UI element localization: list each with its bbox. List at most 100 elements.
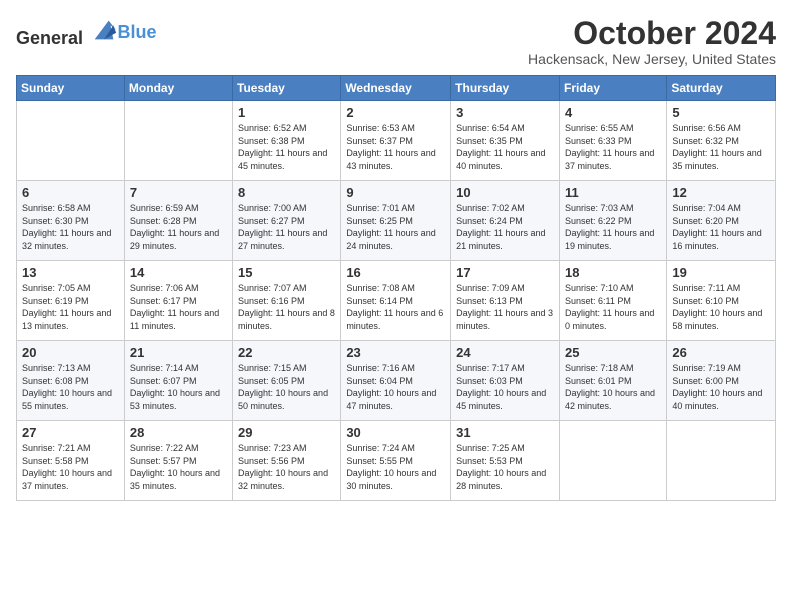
day-number: 6	[22, 185, 119, 200]
calendar-cell: 17 Sunrise: 7:09 AM Sunset: 6:13 PM Dayli…	[451, 261, 560, 341]
day-number: 4	[565, 105, 661, 120]
calendar-cell: 2 Sunrise: 6:53 AM Sunset: 6:37 PM Daylig…	[341, 101, 451, 181]
day-number: 12	[672, 185, 770, 200]
day-number: 19	[672, 265, 770, 280]
day-number: 5	[672, 105, 770, 120]
calendar-cell: 13 Sunrise: 7:05 AM Sunset: 6:19 PM Dayli…	[17, 261, 125, 341]
weekday-header: Thursday	[451, 76, 560, 101]
calendar-cell: 29 Sunrise: 7:23 AM Sunset: 5:56 PM Dayli…	[233, 421, 341, 501]
day-number: 25	[565, 345, 661, 360]
day-info: Sunrise: 7:08 AM Sunset: 6:14 PM Dayligh…	[346, 282, 445, 332]
day-number: 22	[238, 345, 335, 360]
day-info: Sunrise: 6:59 AM Sunset: 6:28 PM Dayligh…	[130, 202, 227, 252]
day-info: Sunrise: 7:05 AM Sunset: 6:19 PM Dayligh…	[22, 282, 119, 332]
day-number: 28	[130, 425, 227, 440]
calendar-cell: 26 Sunrise: 7:19 AM Sunset: 6:00 PM Dayli…	[667, 341, 776, 421]
calendar-cell: 16Sunrise: 7:08 AM Sunset: 6:14 PM Dayli…	[341, 261, 451, 341]
calendar-cell	[667, 421, 776, 501]
day-info: Sunrise: 7:22 AM Sunset: 5:57 PM Dayligh…	[130, 442, 227, 492]
month-title: October 2024	[528, 16, 776, 51]
calendar-cell: 28 Sunrise: 7:22 AM Sunset: 5:57 PM Dayli…	[124, 421, 232, 501]
day-number: 17	[456, 265, 554, 280]
calendar-week-row: 1 Sunrise: 6:52 AM Sunset: 6:38 PM Daylig…	[17, 101, 776, 181]
calendar-cell: 25 Sunrise: 7:18 AM Sunset: 6:01 PM Dayli…	[559, 341, 666, 421]
day-info: Sunrise: 6:53 AM Sunset: 6:37 PM Dayligh…	[346, 122, 445, 172]
calendar-cell: 27 Sunrise: 7:21 AM Sunset: 5:58 PM Dayli…	[17, 421, 125, 501]
calendar-week-row: 6 Sunrise: 6:58 AM Sunset: 6:30 PM Daylig…	[17, 181, 776, 261]
day-info: Sunrise: 7:21 AM Sunset: 5:58 PM Dayligh…	[22, 442, 119, 492]
weekday-header: Friday	[559, 76, 666, 101]
day-number: 2	[346, 105, 445, 120]
logo-blue: Blue	[118, 22, 157, 42]
day-info: Sunrise: 7:14 AM Sunset: 6:07 PM Dayligh…	[130, 362, 227, 412]
calendar-cell: 15Sunrise: 7:07 AM Sunset: 6:16 PM Dayli…	[233, 261, 341, 341]
day-info: Sunrise: 7:04 AM Sunset: 6:20 PM Dayligh…	[672, 202, 770, 252]
day-number: 30	[346, 425, 445, 440]
day-number: 26	[672, 345, 770, 360]
day-info: Sunrise: 6:58 AM Sunset: 6:30 PM Dayligh…	[22, 202, 119, 252]
logo-icon	[90, 16, 118, 44]
day-info: Sunrise: 6:55 AM Sunset: 6:33 PM Dayligh…	[565, 122, 661, 172]
day-info: Sunrise: 7:01 AM Sunset: 6:25 PM Dayligh…	[346, 202, 445, 252]
logo-general: General	[16, 28, 83, 48]
calendar-cell: 5 Sunrise: 6:56 AM Sunset: 6:32 PM Daylig…	[667, 101, 776, 181]
day-info: Sunrise: 7:16 AM Sunset: 6:04 PM Dayligh…	[346, 362, 445, 412]
calendar-cell	[124, 101, 232, 181]
day-info: Sunrise: 7:24 AM Sunset: 5:55 PM Dayligh…	[346, 442, 445, 492]
day-info: Sunrise: 7:15 AM Sunset: 6:05 PM Dayligh…	[238, 362, 335, 412]
day-number: 29	[238, 425, 335, 440]
calendar-cell: 1 Sunrise: 6:52 AM Sunset: 6:38 PM Daylig…	[233, 101, 341, 181]
day-info: Sunrise: 7:18 AM Sunset: 6:01 PM Dayligh…	[565, 362, 661, 412]
location: Hackensack, New Jersey, United States	[528, 51, 776, 67]
day-info: Sunrise: 7:00 AM Sunset: 6:27 PM Dayligh…	[238, 202, 335, 252]
day-info: Sunrise: 6:54 AM Sunset: 6:35 PM Dayligh…	[456, 122, 554, 172]
day-info: Sunrise: 7:13 AM Sunset: 6:08 PM Dayligh…	[22, 362, 119, 412]
calendar-cell: 18Sunrise: 7:10 AM Sunset: 6:11 PM Dayli…	[559, 261, 666, 341]
day-number: 27	[22, 425, 119, 440]
day-number: 20	[22, 345, 119, 360]
calendar-cell	[17, 101, 125, 181]
calendar-week-row: 20 Sunrise: 7:13 AM Sunset: 6:08 PM Dayli…	[17, 341, 776, 421]
calendar-cell: 14 Sunrise: 7:06 AM Sunset: 6:17 PM Dayli…	[124, 261, 232, 341]
calendar-cell: 10Sunrise: 7:02 AM Sunset: 6:24 PM Dayli…	[451, 181, 560, 261]
calendar-cell: 19Sunrise: 7:11 AM Sunset: 6:10 PM Dayli…	[667, 261, 776, 341]
calendar-week-row: 13 Sunrise: 7:05 AM Sunset: 6:19 PM Dayli…	[17, 261, 776, 341]
title-area: October 2024 Hackensack, New Jersey, Uni…	[528, 16, 776, 67]
weekday-header: Saturday	[667, 76, 776, 101]
calendar-table: SundayMondayTuesdayWednesdayThursdayFrid…	[16, 75, 776, 501]
calendar-cell: 31Sunrise: 7:25 AM Sunset: 5:53 PM Dayli…	[451, 421, 560, 501]
day-info: Sunrise: 7:10 AM Sunset: 6:11 PM Dayligh…	[565, 282, 661, 332]
weekday-header-row: SundayMondayTuesdayWednesdayThursdayFrid…	[17, 76, 776, 101]
day-number: 7	[130, 185, 227, 200]
day-info: Sunrise: 7:23 AM Sunset: 5:56 PM Dayligh…	[238, 442, 335, 492]
day-number: 23	[346, 345, 445, 360]
day-info: Sunrise: 6:52 AM Sunset: 6:38 PM Dayligh…	[238, 122, 335, 172]
calendar-cell: 21Sunrise: 7:14 AM Sunset: 6:07 PM Dayli…	[124, 341, 232, 421]
weekday-header: Tuesday	[233, 76, 341, 101]
calendar-cell: 8Sunrise: 7:00 AM Sunset: 6:27 PM Daylig…	[233, 181, 341, 261]
calendar-cell: 20 Sunrise: 7:13 AM Sunset: 6:08 PM Dayli…	[17, 341, 125, 421]
calendar-cell: 30 Sunrise: 7:24 AM Sunset: 5:55 PM Dayli…	[341, 421, 451, 501]
day-info: Sunrise: 7:19 AM Sunset: 6:00 PM Dayligh…	[672, 362, 770, 412]
weekday-header: Monday	[124, 76, 232, 101]
calendar-cell: 4 Sunrise: 6:55 AM Sunset: 6:33 PM Daylig…	[559, 101, 666, 181]
day-info: Sunrise: 7:09 AM Sunset: 6:13 PM Dayligh…	[456, 282, 554, 332]
day-info: Sunrise: 7:07 AM Sunset: 6:16 PM Dayligh…	[238, 282, 335, 332]
day-number: 3	[456, 105, 554, 120]
day-info: Sunrise: 7:03 AM Sunset: 6:22 PM Dayligh…	[565, 202, 661, 252]
calendar-cell: 6 Sunrise: 6:58 AM Sunset: 6:30 PM Daylig…	[17, 181, 125, 261]
calendar-cell: 24Sunrise: 7:17 AM Sunset: 6:03 PM Dayli…	[451, 341, 560, 421]
day-info: Sunrise: 6:56 AM Sunset: 6:32 PM Dayligh…	[672, 122, 770, 172]
calendar-cell: 7 Sunrise: 6:59 AM Sunset: 6:28 PM Daylig…	[124, 181, 232, 261]
day-number: 9	[346, 185, 445, 200]
calendar-cell: 11 Sunrise: 7:03 AM Sunset: 6:22 PM Dayli…	[559, 181, 666, 261]
day-info: Sunrise: 7:02 AM Sunset: 6:24 PM Dayligh…	[456, 202, 554, 252]
day-info: Sunrise: 7:06 AM Sunset: 6:17 PM Dayligh…	[130, 282, 227, 332]
day-number: 14	[130, 265, 227, 280]
day-info: Sunrise: 7:25 AM Sunset: 5:53 PM Dayligh…	[456, 442, 554, 492]
weekday-header: Wednesday	[341, 76, 451, 101]
day-number: 11	[565, 185, 661, 200]
day-number: 13	[22, 265, 119, 280]
calendar-cell	[559, 421, 666, 501]
day-number: 1	[238, 105, 335, 120]
